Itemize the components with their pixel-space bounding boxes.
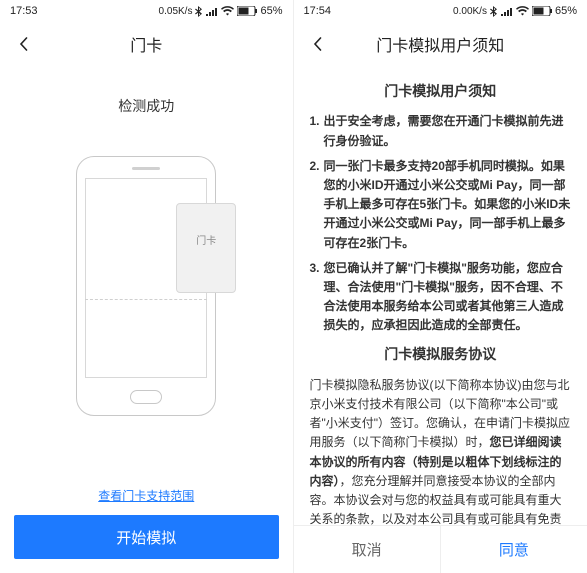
cancel-button[interactable]: 取消 — [294, 526, 441, 573]
screen-door-card: 17:53 0.05K/s 65% 门卡 检测成功 — [0, 0, 294, 573]
detection-status: 检测成功 — [118, 96, 174, 116]
agreement-content[interactable]: 门卡模拟用户须知 1. 出于安全考虑，需要您在开通门卡模拟前先进行身份验证。 2… — [294, 66, 587, 525]
status-time: 17:53 — [10, 5, 38, 17]
list-text: 您已确认并了解"门卡模拟"服务功能，您应合理、合法使用"门卡模拟"服务，因不合理… — [324, 259, 571, 336]
wifi-icon — [221, 6, 234, 16]
list-number: 2. — [310, 157, 320, 253]
back-button[interactable] — [308, 34, 328, 54]
chevron-left-icon — [311, 37, 325, 51]
notice-heading: 门卡模拟用户须知 — [310, 80, 572, 102]
battery-icon — [532, 6, 552, 16]
card-label: 门卡 — [196, 232, 216, 247]
signal-icon — [501, 7, 513, 16]
link-row: 查看门卡支持范围 — [0, 487, 293, 505]
status-time: 17:54 — [304, 5, 332, 17]
agreement-paragraph: 门卡模拟隐私服务协议(以下简称本协议)由您与北京小米支付技术有限公司（以下简称"… — [310, 376, 572, 525]
screen-user-notice: 17:54 0.00K/s 65% 门卡模拟用户须知 门卡模拟用户须知 — [294, 0, 587, 573]
page-title: 门卡 — [130, 32, 162, 56]
back-button[interactable] — [14, 34, 34, 54]
status-speed: 0.00K/s — [453, 6, 487, 17]
status-battery: 65% — [555, 5, 577, 17]
status-bar: 17:53 0.05K/s 65% — [0, 0, 293, 22]
list-text: 出于安全考虑，需要您在开通门卡模拟前先进行身份验证。 — [324, 112, 571, 150]
battery-icon — [237, 6, 257, 16]
page-title: 门卡模拟用户须知 — [376, 32, 504, 56]
para-text: ，您充分理解并同意接受本协议的全部内容。本协议会对与您的权益具有或可能具有重大关… — [310, 474, 562, 525]
bluetooth-icon — [195, 6, 203, 17]
list-text: 同一张门卡最多支持20部手机同时模拟。如果您的小米ID开通过小米公交或Mi Pa… — [324, 157, 571, 253]
list-number: 3. — [310, 259, 320, 336]
agreement-heading: 门卡模拟服务协议 — [310, 343, 572, 365]
list-number: 1. — [310, 112, 320, 150]
card-illustration: 门卡 — [176, 203, 236, 293]
start-simulate-button[interactable]: 开始模拟 — [14, 515, 279, 559]
status-battery: 65% — [260, 5, 282, 17]
status-speed: 0.05K/s — [159, 6, 193, 17]
agree-button[interactable]: 同意 — [441, 526, 587, 573]
notice-item: 3. 您已确认并了解"门卡模拟"服务功能，您应合理、合法使用"门卡模拟"服务，因… — [310, 259, 572, 336]
view-support-link[interactable]: 查看门卡支持范围 — [98, 489, 194, 503]
chevron-left-icon — [17, 37, 31, 51]
signal-icon — [206, 7, 218, 16]
notice-item: 2. 同一张门卡最多支持20部手机同时模拟。如果您的小米ID开通过小米公交或Mi… — [310, 157, 572, 253]
phone-illustration: 门卡 — [76, 156, 216, 416]
phone-earpiece-icon — [132, 167, 160, 170]
phone-screen-area: 门卡 — [85, 178, 207, 378]
phone-home-icon — [130, 390, 162, 404]
divider-dashed — [85, 299, 207, 300]
header: 门卡 — [0, 22, 293, 66]
notice-item: 1. 出于安全考虑，需要您在开通门卡模拟前先进行身份验证。 — [310, 112, 572, 150]
header: 门卡模拟用户须知 — [294, 22, 587, 66]
bluetooth-icon — [490, 6, 498, 17]
status-bar: 17:54 0.00K/s 65% — [294, 0, 587, 22]
bottom-action-bar: 取消 同意 — [294, 525, 587, 573]
wifi-icon — [516, 6, 529, 16]
